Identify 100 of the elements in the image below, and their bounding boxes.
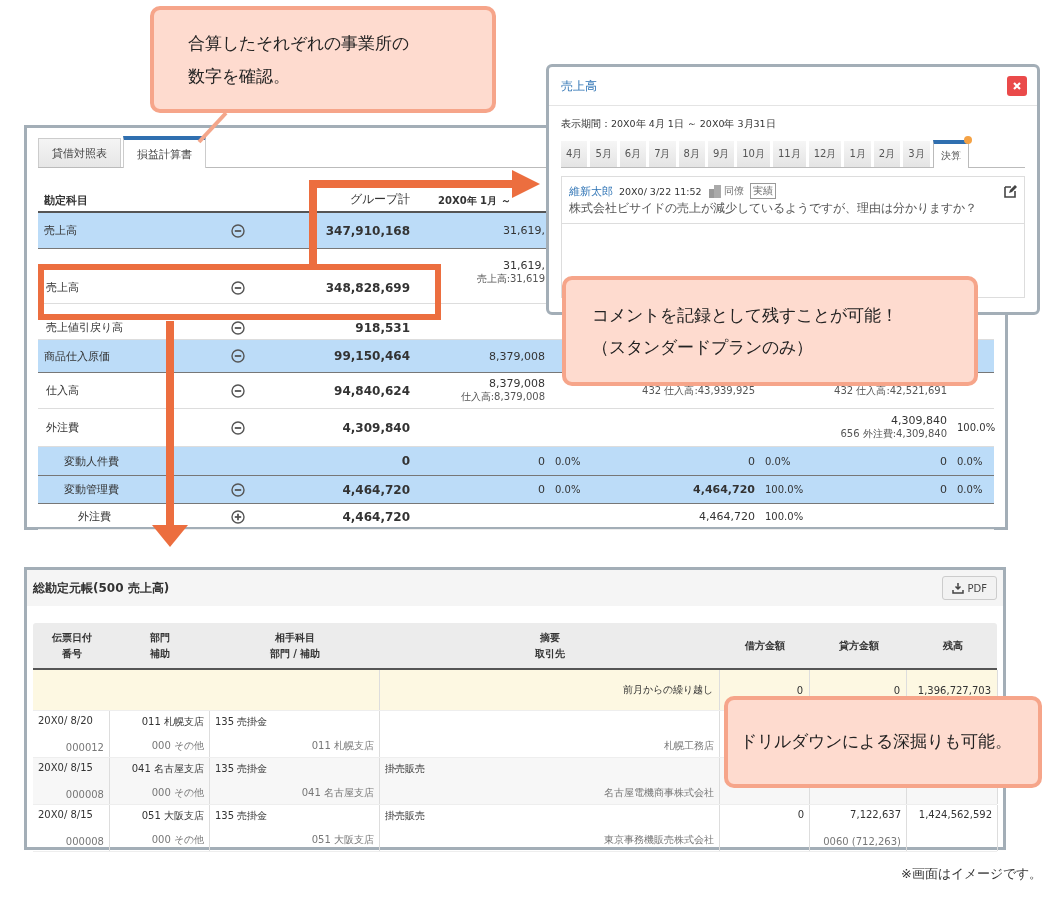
balance-amount: 1,424,562,592: [918, 809, 992, 820]
column-header: 20X0年 1月 ～: [438, 195, 511, 206]
sub-account: 000 その他: [151, 834, 204, 845]
column-header: 勘定科目: [43, 193, 89, 208]
collapse-icon[interactable]: [230, 223, 245, 238]
column-header: 借方金額: [745, 638, 785, 653]
counter-account: 135 売掛金: [215, 763, 268, 774]
collapse-icon[interactable]: [230, 420, 245, 435]
account-name: 売上値引戻り高: [45, 320, 124, 335]
entry-date: 20X0/ 8/15: [38, 762, 93, 773]
partner-name: 東京事務機販売株式会社: [604, 834, 714, 845]
month-tab[interactable]: 8月: [678, 141, 705, 167]
month-tab[interactable]: 5月: [590, 141, 617, 167]
collapse-icon[interactable]: [230, 482, 245, 497]
total-value: 347,910,168: [324, 223, 410, 238]
percent-value: 0.0%: [957, 455, 983, 467]
building-icon: [707, 184, 722, 198]
author-name[interactable]: 維新太郎: [569, 183, 613, 199]
column-header: 貸方金額: [838, 638, 879, 653]
account-name: 商品仕入原価: [43, 348, 111, 364]
counter-account: 135 売掛金: [215, 810, 268, 821]
month-tab[interactable]: 9月: [707, 141, 735, 167]
account-name: 売上高: [43, 223, 78, 238]
summary-text: 掛売販売: [385, 810, 425, 821]
percent-value: 0.0%: [555, 484, 581, 495]
total-value: 4,309,840: [341, 420, 410, 435]
counter-department: 051 大阪支店: [311, 834, 374, 845]
percent-value: 100.0%: [765, 511, 804, 522]
month-tab[interactable]: 1月: [844, 141, 871, 167]
month-tab[interactable]: 6月: [619, 141, 647, 167]
summary-text: 掛売販売: [385, 763, 425, 774]
total-value: 0: [400, 454, 410, 468]
breakdown-text: 432 仕入高:43,939,925: [642, 383, 755, 398]
period-value: 0: [748, 454, 755, 468]
statement-tab[interactable]: 貸借対照表: [38, 138, 121, 167]
period-value: 0: [940, 483, 947, 496]
month-tab[interactable]: 7月: [649, 141, 676, 167]
breakdown-text: 432 仕入高:42,521,691: [834, 383, 947, 398]
account-name: 売上高: [45, 280, 80, 295]
month-tab[interactable]: 12月: [808, 141, 842, 167]
month-tab[interactable]: 11月: [773, 141, 806, 167]
column-header: 相手科目: [275, 630, 315, 645]
sub-account: 000 その他: [151, 787, 204, 798]
department: 051 大阪支店: [141, 810, 204, 821]
statement-tab[interactable]: 損益計算書: [123, 136, 206, 168]
period-value: 8,379,008: [489, 377, 545, 390]
month-tab[interactable]: 2月: [873, 141, 901, 167]
voucher-number: 000012: [65, 742, 104, 753]
credit-detail: 0060 (712,263): [823, 836, 901, 847]
account-name: 変動管理費: [63, 482, 120, 497]
collapse-icon[interactable]: [230, 321, 245, 335]
period-value: 4,464,720: [699, 510, 755, 523]
partner-name: 名古屋電機商事株式会社: [604, 787, 714, 798]
period-text: 表示期間：20X0年 4月 1日 ～ 20X0年 3月31日: [561, 118, 777, 131]
debit-amount: 0: [797, 809, 804, 820]
counter-department: 011 札幌支店: [311, 740, 374, 751]
sub-account: 000 その他: [151, 740, 204, 751]
period-value: 31,619,: [503, 224, 545, 237]
collapse-icon[interactable]: [230, 349, 245, 363]
department: 011 札幌支店: [141, 716, 204, 727]
comment-text: 株式会社ビサイドの売上が減少しているようですが、理由は分かりますか？: [562, 201, 1024, 224]
comment-time: 20X0/ 3/22 11:52: [619, 185, 702, 197]
total-value: 4,464,720: [341, 509, 410, 524]
collapse-icon[interactable]: [230, 383, 245, 398]
account-name: 仕入高: [45, 383, 80, 398]
callout-text: ドリルダウンによる深掘りも可能。: [740, 731, 1012, 754]
month-tab[interactable]: 10月: [737, 141, 770, 167]
pdf-button[interactable]: PDF: [941, 576, 997, 600]
voucher-number: 000008: [65, 789, 104, 800]
entry-date: 20X0/ 8/20: [38, 715, 93, 726]
counter-account: 135 売掛金: [215, 716, 268, 727]
column-header: 伝票日付: [51, 630, 92, 645]
edit-icon[interactable]: [1004, 184, 1017, 198]
period-value: 8,379,008: [489, 349, 545, 363]
month-tab[interactable]: 4月: [561, 141, 588, 167]
breakdown-text: 仕入高:8,379,008: [460, 390, 545, 404]
ledger-title: 総勘定元帳(500 売上高): [33, 579, 170, 597]
percent-value: 100.0%: [765, 484, 804, 495]
collapse-icon[interactable]: [230, 281, 245, 295]
department: 041 名古屋支店: [131, 763, 204, 774]
breakdown-text: 656 外注費:4,309,840: [840, 427, 947, 441]
carry-over-label: 前月からの繰り越し: [623, 683, 713, 697]
column-header: 部門: [150, 630, 170, 645]
breakdown-text: 売上高:31,619: [476, 272, 545, 286]
account-name: 外注費: [77, 509, 112, 524]
counter-department: 041 名古屋支店: [301, 787, 374, 798]
entry-date: 20X0/ 8/15: [38, 809, 93, 820]
account-name: 変動人件費: [63, 453, 120, 469]
month-tab[interactable]: 3月: [903, 141, 930, 167]
percent-value: 0.0%: [555, 455, 581, 467]
comment-tag: 実績: [749, 183, 776, 199]
total-value: 94,840,624: [333, 383, 410, 398]
close-button[interactable]: [1007, 76, 1027, 96]
expand-icon[interactable]: [230, 509, 245, 524]
period-value: 4,464,720: [693, 483, 755, 496]
column-header: グループ計: [349, 191, 410, 208]
percent-value: 0.0%: [957, 484, 983, 495]
percent-value: 0.0%: [765, 455, 791, 467]
total-value: 4,464,720: [341, 482, 410, 497]
column-header: 補助: [150, 646, 170, 661]
